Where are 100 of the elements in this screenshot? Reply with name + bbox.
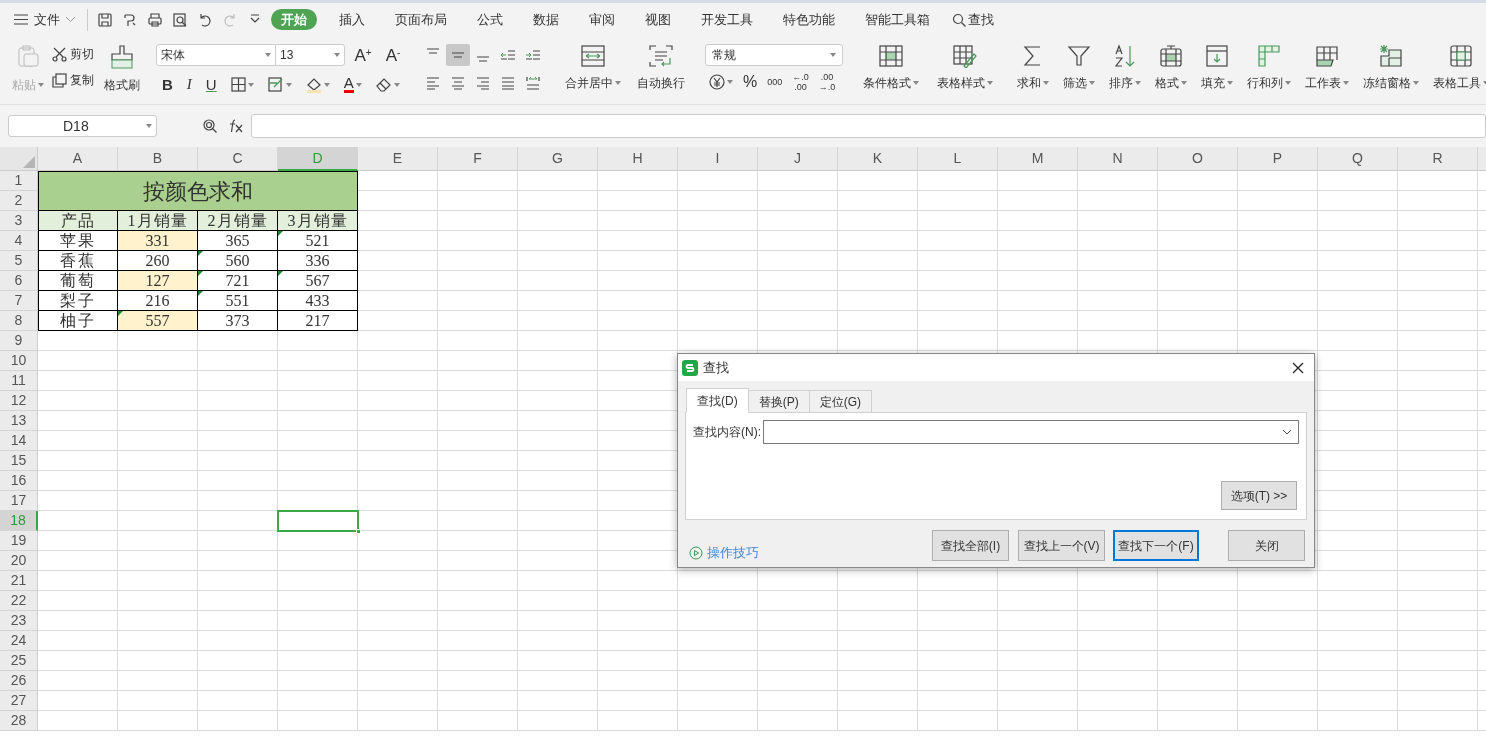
ribbon-tab[interactable]: 页面布局 [383,9,459,30]
row-header[interactable]: 13 [0,411,38,431]
dialog-tab[interactable]: 替换(P) [748,390,810,413]
table-cell: 216 [118,291,198,311]
column-header[interactable]: G [518,147,598,171]
row-header[interactable]: 5 [0,251,38,271]
table-header-cell: 1月销量 [118,211,198,231]
column-header[interactable]: H [598,147,678,171]
font-size-step-button[interactable]: A$^{+}$ [351,46,375,64]
row-header[interactable]: 22 [0,591,38,611]
name-box[interactable]: D18 [8,115,157,137]
dialog-button[interactable]: 查找上一个(V) [1018,530,1105,562]
row-header[interactable]: 12 [0,391,38,411]
table-cell: 香蕉 [38,251,118,271]
row-header[interactable]: 4 [0,231,38,251]
column-header[interactable]: P [1238,147,1318,171]
column-header[interactable]: A [38,147,118,171]
column-header[interactable]: K [838,147,918,171]
column-header[interactable]: F [438,147,518,171]
row-header[interactable]: 25 [0,651,38,671]
column-header[interactable]: R [1398,147,1478,171]
ribbon-tab[interactable]: 公式 [465,9,515,30]
font-size-step-button[interactable]: A$^{-}$ [381,46,405,64]
ribbon-button[interactable]: 表格样式 [933,44,997,92]
ribbon-button[interactable]: 自动换行 [633,44,689,92]
ribbon-button[interactable]: 条件格式 [859,44,923,92]
row-header[interactable]: 14 [0,431,38,451]
ribbon-tab[interactable]: 智能工具箱 [853,9,942,30]
column-header[interactable]: C [198,147,278,171]
row-header[interactable]: 19 [0,531,38,551]
row-header[interactable]: 10 [0,351,38,371]
dialog-tab[interactable]: 查找(D) [686,388,749,413]
row-header[interactable]: 26 [0,671,38,691]
row-header[interactable]: 11 [0,371,38,391]
ribbon-button[interactable]: 格式 [1151,44,1191,92]
ribbon-button[interactable]: 排序 [1105,44,1145,92]
row-header[interactable]: 24 [0,631,38,651]
font-style-button[interactable]: U [205,77,217,92]
dialog-tab[interactable]: 定位(G) [809,390,872,413]
ribbon-tab[interactable]: 开发工具 [689,9,765,30]
row-header[interactable]: 7 [0,291,38,311]
font-name-dropdown[interactable]: 宋体 [156,44,276,66]
file-menu[interactable]: 文件 [14,9,83,30]
font-style-button[interactable]: I [186,77,192,92]
tips-link[interactable]: 操作技巧 [689,543,759,563]
row-header[interactable]: 20 [0,551,38,571]
ribbon-button[interactable]: 填充 [1197,44,1237,92]
row-header[interactable]: 17 [0,491,38,511]
column-header[interactable]: O [1158,147,1238,171]
ribbon-button[interactable]: 行和列 [1243,44,1295,92]
search-button[interactable]: 查找 [952,9,994,30]
column-header[interactable]: L [918,147,998,171]
table-cell: 336 [278,251,358,271]
number-style-button[interactable]: 000 [767,77,783,87]
row-header[interactable]: 8 [0,311,38,331]
row-header[interactable]: 21 [0,571,38,591]
row-header[interactable]: 2 [0,191,38,211]
ribbon-button[interactable]: 合并居中 [561,44,625,92]
number-format-dropdown[interactable]: 常规 [705,44,843,66]
ribbon-tab[interactable]: 插入 [327,9,377,30]
ribbon-tab[interactable]: 特色功能 [771,9,847,30]
column-header[interactable]: J [758,147,838,171]
row-header[interactable]: 6 [0,271,38,291]
row-header[interactable]: 1 [0,171,38,191]
ribbon-tab[interactable]: 视图 [633,9,683,30]
row-header[interactable]: 15 [0,451,38,471]
dialog-button[interactable]: 关闭 [1228,530,1305,562]
dialog-button[interactable]: 查找下一个(F) [1113,530,1199,562]
table-cell: 521 [278,231,358,251]
ribbon-button[interactable]: 表格工具 [1429,44,1486,92]
ribbon-tab[interactable]: 数据 [521,9,571,30]
decimal-places-button[interactable]: ←.0 .00 [792,72,809,92]
row-header[interactable]: 3 [0,211,38,231]
column-header[interactable]: B [118,147,198,171]
column-header[interactable]: Q [1318,147,1398,171]
ribbon-button[interactable]: 冻结窗格 [1359,44,1423,92]
column-header[interactable]: I [678,147,758,171]
row-header[interactable]: 27 [0,691,38,711]
dialog-button[interactable]: 查找全部(I) [932,530,1009,562]
ribbon-button[interactable]: 筛选 [1059,44,1099,92]
column-header[interactable]: M [998,147,1078,171]
cut-button[interactable]: 剪切 [52,44,94,64]
column-header[interactable]: E [358,147,438,171]
options-button[interactable]: 选项(T) >> [1221,481,1297,510]
row-header[interactable]: 16 [0,471,38,491]
ribbon-tab[interactable]: 审阅 [577,9,627,30]
table-cell: 365 [198,231,278,251]
number-style-button[interactable]: % [743,74,758,90]
font-size-dropdown[interactable]: 13 [275,44,345,66]
row-header[interactable]: 28 [0,711,38,731]
decimal-places-button[interactable]: .00 →.0 [818,72,836,92]
row-header[interactable]: 9 [0,331,38,351]
row-header[interactable]: 23 [0,611,38,631]
font-color-button[interactable]: A [343,76,362,93]
ribbon-button[interactable]: 求和 [1013,44,1053,92]
copy-button[interactable]: 复制 [52,70,94,90]
font-style-button[interactable]: B [162,77,173,92]
format-painter-button[interactable]: 格式刷 [104,44,140,94]
ribbon-button[interactable]: 工作表 [1301,44,1353,92]
column-header[interactable]: N [1078,147,1158,171]
